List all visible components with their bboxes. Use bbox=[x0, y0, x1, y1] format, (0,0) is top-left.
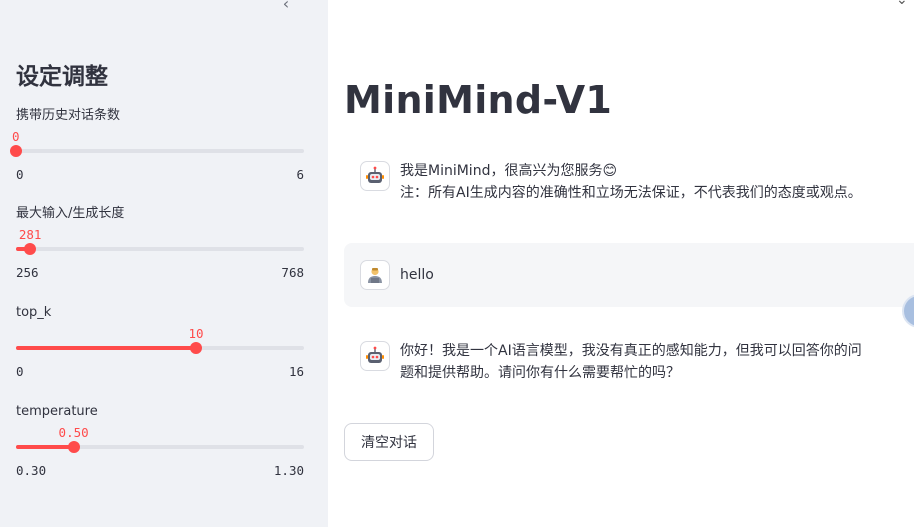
slider-fill bbox=[16, 346, 196, 350]
message-line: hello bbox=[400, 267, 434, 283]
slider-track[interactable] bbox=[16, 149, 304, 153]
chat-message-user: hello bbox=[344, 243, 914, 307]
slider-track[interactable] bbox=[16, 247, 304, 251]
slider-temperature: temperature 0.50 0.30 1.30 bbox=[16, 403, 304, 478]
slider-current-value: 281 bbox=[18, 227, 42, 242]
robot-icon bbox=[360, 161, 390, 191]
slider-thumb[interactable] bbox=[67, 441, 80, 453]
slider-thumb[interactable] bbox=[24, 243, 37, 255]
slider-current-value: 0.50 bbox=[58, 425, 89, 440]
message-line: 你好！我是一个AI语言模型，我没有真正的感知能力，但我可以回答你的问 bbox=[400, 343, 862, 359]
chat-message-assistant: 我是MiniMind，很高兴为您服务😊 注：所有AI生成内容的准确性和立场无法保… bbox=[344, 154, 914, 218]
slider-max-length: 最大输入/生成长度 281 256 768 bbox=[16, 205, 304, 280]
page-title: MiniMind-V1 bbox=[344, 78, 613, 122]
message-line: 注：所有AI生成内容的准确性和立场无法保证，不代表我们的态度或观点。 bbox=[400, 185, 862, 201]
slider-top-k: top_k 10 0 16 bbox=[16, 304, 304, 379]
robot-icon bbox=[360, 341, 390, 371]
slider-thumb[interactable] bbox=[10, 145, 22, 157]
sidebar-title: 设定调整 bbox=[16, 64, 108, 90]
user-icon bbox=[360, 260, 390, 290]
chat-message-assistant: 你好！我是一个AI语言模型，我没有真正的感知能力，但我可以回答你的问 题和提供帮… bbox=[344, 334, 914, 398]
chevron-left-icon[interactable]: ‹ bbox=[276, 0, 296, 14]
sidebar: ‹ 设定调整 携带历史对话条数 0 0 6 最大输入/生成长度 281 256 … bbox=[0, 0, 328, 527]
slider-thumb[interactable] bbox=[190, 342, 202, 354]
slider-fill bbox=[16, 445, 74, 449]
message-line: 我是MiniMind，很高兴为您服务😊 bbox=[400, 163, 618, 179]
slider-label: 携带历史对话条数 bbox=[16, 108, 121, 123]
slider-label: 最大输入/生成长度 bbox=[16, 206, 125, 221]
slider-current-value: 0 bbox=[12, 129, 20, 144]
chevron-down-icon[interactable]: ⌄ bbox=[896, 0, 908, 8]
message-line: 题和提供帮助。请问你有什么需要帮忙的吗？ bbox=[400, 365, 680, 381]
clear-chat-button[interactable]: 清空对话 bbox=[344, 423, 434, 461]
slider-current-value: 10 bbox=[188, 326, 204, 341]
slider-label: top_k bbox=[16, 305, 52, 320]
slider-label: temperature bbox=[16, 404, 98, 419]
slider-history-count: 携带历史对话条数 0 0 6 bbox=[10, 107, 304, 182]
